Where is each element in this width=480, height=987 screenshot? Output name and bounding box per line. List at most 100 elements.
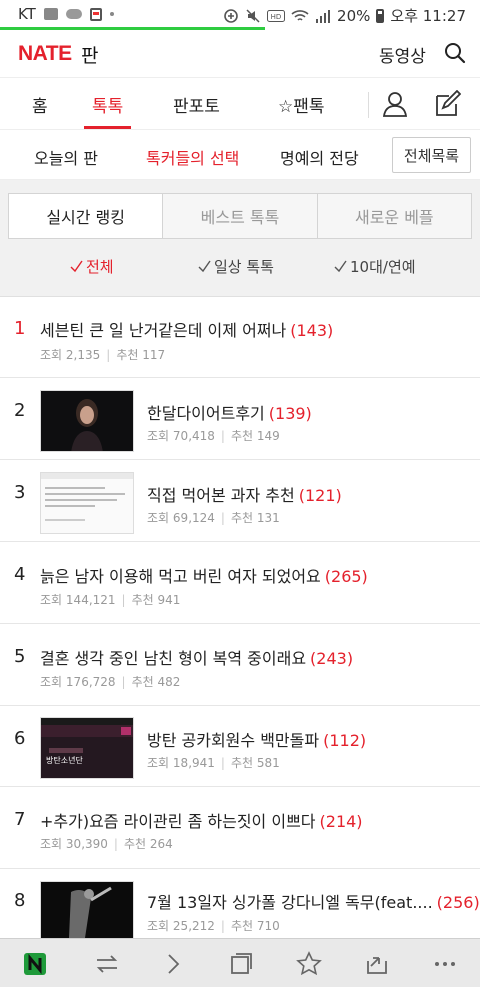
views-count: 176,728 xyxy=(65,675,116,689)
youtube-icon xyxy=(43,8,58,20)
post-thumbnail[interactable] xyxy=(40,390,134,452)
thumbnail-image xyxy=(41,882,133,938)
check-icon xyxy=(70,260,83,273)
signal-icon xyxy=(316,9,331,23)
filter-daily[interactable]: 일상 톡톡 xyxy=(198,256,274,277)
user-icon[interactable] xyxy=(382,91,408,117)
segment-realtime[interactable]: 실시간 랭킹 xyxy=(9,194,163,238)
nate-home-icon[interactable] xyxy=(22,951,48,977)
views-count: 18,941 xyxy=(172,756,215,770)
star-icon[interactable] xyxy=(296,951,322,977)
category-filters: 전체 일상 톡톡 10대/연예 xyxy=(0,256,480,280)
comment-count: (265) xyxy=(324,567,368,586)
tab-pann-photo[interactable]: 판포토 xyxy=(173,92,220,117)
post-title[interactable]: 늙은 남자 이용해 먹고 버린 여자 되었어요 (265) xyxy=(40,563,368,587)
forward-icon[interactable] xyxy=(160,951,186,977)
post-title[interactable]: 방탄 공카회원수 백만돌파 (112) xyxy=(147,727,366,751)
views-label: 조회 xyxy=(147,919,170,933)
list-item[interactable]: 4 늙은 남자 이용해 먹고 버린 여자 되었어요 (265) 조회 144,12… xyxy=(0,542,480,624)
tab-home[interactable]: 홈 xyxy=(32,92,48,117)
views-label: 조회 xyxy=(40,837,63,851)
subtab-hall-of-fame[interactable]: 명예의 전당 xyxy=(280,145,359,169)
views-count: 144,121 xyxy=(65,593,116,607)
swap-icon[interactable] xyxy=(94,951,120,977)
views-label: 조회 xyxy=(147,429,170,443)
views-count: 30,390 xyxy=(65,837,108,851)
filter-all[interactable]: 전체 xyxy=(70,256,114,277)
post-meta: 조회 144,121 | 추천 941 xyxy=(40,593,181,607)
list-item[interactable]: 3 직접 먹어본 과자 추천 (121) 조회 69,124 | 추천 131 xyxy=(0,460,480,542)
sub-tabs: 오늘의 판 톡커들의 선택 명예의 전당 전체목록 xyxy=(0,130,480,180)
post-thumbnail[interactable] xyxy=(40,472,134,534)
thumbnail-image xyxy=(41,473,133,533)
views-label: 조회 xyxy=(40,348,63,362)
views-count: 2,135 xyxy=(65,348,101,362)
filter-area: 실시간 랭킹 베스트 톡톡 새로운 베플 전체 일상 톡톡 10대/연예 xyxy=(0,180,480,297)
ranking-segment: 실시간 랭킹 베스트 톡톡 새로운 베플 xyxy=(8,193,472,239)
list-item[interactable]: 2 한달다이어트후기 (139) 조회 70,418 | 추천 149 xyxy=(0,378,480,460)
divider xyxy=(368,92,369,118)
rank-number: 1 xyxy=(14,318,26,339)
comment-count: (243) xyxy=(310,649,354,668)
main-tabs: 홈 톡톡 판포토 ☆팬톡 xyxy=(0,78,480,130)
list-item[interactable]: 8 7월 13일자 싱가폴 강다니엘 독무(feat.... (256) 조회 2… xyxy=(0,869,480,939)
all-list-button[interactable]: 전체목록 xyxy=(392,137,471,173)
post-title-text: 방탄 공카회원수 백만돌파 xyxy=(147,731,320,750)
data-saver-icon xyxy=(224,8,238,23)
post-title-text: 직접 먹어본 과자 추천 xyxy=(147,486,295,505)
calendar-icon xyxy=(89,7,102,21)
post-title[interactable]: +추가)요즘 라이관린 좀 하는짓이 이쁘다 (214) xyxy=(40,808,363,832)
comment-count: (112) xyxy=(323,731,367,750)
subtab-talker-choice[interactable]: 톡커들의 선택 xyxy=(146,145,239,169)
list-item[interactable]: 7 +추가)요즘 라이관린 좀 하는짓이 이쁘다 (214) 조회 30,390 |… xyxy=(0,787,480,869)
views-count: 69,124 xyxy=(172,511,215,525)
status-bar: KT HD 20% 오후 11:27 xyxy=(0,0,480,30)
post-title-text: +추가)요즘 라이관린 좀 하는짓이 이쁘다 xyxy=(40,812,316,831)
list-item[interactable]: 6 방탄소년단 방탄 공카회원수 백만돌파 (112) 조회 18,941 | 추천 … xyxy=(0,706,480,787)
more-icon[interactable] xyxy=(432,951,458,977)
post-title[interactable]: 직접 먹어본 과자 추천 (121) xyxy=(147,482,342,506)
comment-count: (143) xyxy=(290,321,334,340)
thumbnail-image xyxy=(41,718,133,778)
list-item[interactable]: 5 결혼 생각 중인 남친 형이 복역 중이래요 (243) 조회 176,728… xyxy=(0,624,480,706)
tabs-icon[interactable] xyxy=(228,951,254,977)
pann-title[interactable]: 판 xyxy=(81,41,98,68)
share-icon[interactable] xyxy=(364,951,390,977)
battery-icon xyxy=(376,8,385,23)
list-item[interactable]: 1 세븐틴 큰 일 난거같은데 이제 어쩌나 (143) 조회 2,135 | 추천 … xyxy=(0,297,480,378)
post-title[interactable]: 7월 13일자 싱가폴 강다니엘 독무(feat.... (256) xyxy=(147,889,480,913)
search-icon[interactable] xyxy=(444,42,466,64)
post-meta: 조회 18,941 | 추천 581 xyxy=(147,756,280,770)
post-title-text: 결혼 생각 중인 남친 형이 복역 중이래요 xyxy=(40,649,307,668)
post-thumbnail[interactable]: 방탄소년단 xyxy=(40,717,134,779)
check-icon xyxy=(198,260,211,273)
views-label: 조회 xyxy=(147,756,170,770)
recommend-count: 482 xyxy=(157,675,181,689)
tab-fantalk[interactable]: ☆팬톡 xyxy=(278,92,325,117)
nate-logo[interactable]: NATE xyxy=(18,42,72,66)
app-header: NATE 판 동영상 xyxy=(0,30,480,78)
recommend-count: 131 xyxy=(256,511,280,525)
post-title[interactable]: 결혼 생각 중인 남친 형이 복역 중이래요 (243) xyxy=(40,645,353,669)
post-title[interactable]: 한달다이어트후기 (139) xyxy=(147,400,312,424)
post-title-text: 늙은 남자 이용해 먹고 버린 여자 되었어요 xyxy=(40,567,321,586)
filter-teen-ent[interactable]: 10대/연예 xyxy=(334,256,416,277)
rank-number: 3 xyxy=(14,482,26,503)
rank-number: 2 xyxy=(14,400,26,421)
post-thumbnail[interactable] xyxy=(40,881,134,939)
post-title[interactable]: 세븐틴 큰 일 난거같은데 이제 어쩌나 (143) xyxy=(40,317,333,341)
recommend-label: 추천 xyxy=(131,675,154,689)
mute-icon xyxy=(246,8,260,23)
segment-new-best-reply[interactable]: 새로운 베플 xyxy=(316,194,471,238)
browser-bottom-bar xyxy=(0,938,480,987)
recommend-count: 941 xyxy=(157,593,181,607)
check-icon xyxy=(334,260,347,273)
post-title-text: 7월 13일자 싱가폴 강다니엘 독무(feat.... xyxy=(147,893,433,912)
segment-best[interactable]: 베스트 톡톡 xyxy=(162,194,316,238)
write-icon[interactable] xyxy=(433,90,461,118)
recommend-count: 264 xyxy=(149,837,173,851)
tab-toktok[interactable]: 톡톡 xyxy=(92,92,123,117)
video-link[interactable]: 동영상 xyxy=(379,42,426,67)
comment-count: (214) xyxy=(319,812,363,831)
subtab-today[interactable]: 오늘의 판 xyxy=(34,145,98,169)
